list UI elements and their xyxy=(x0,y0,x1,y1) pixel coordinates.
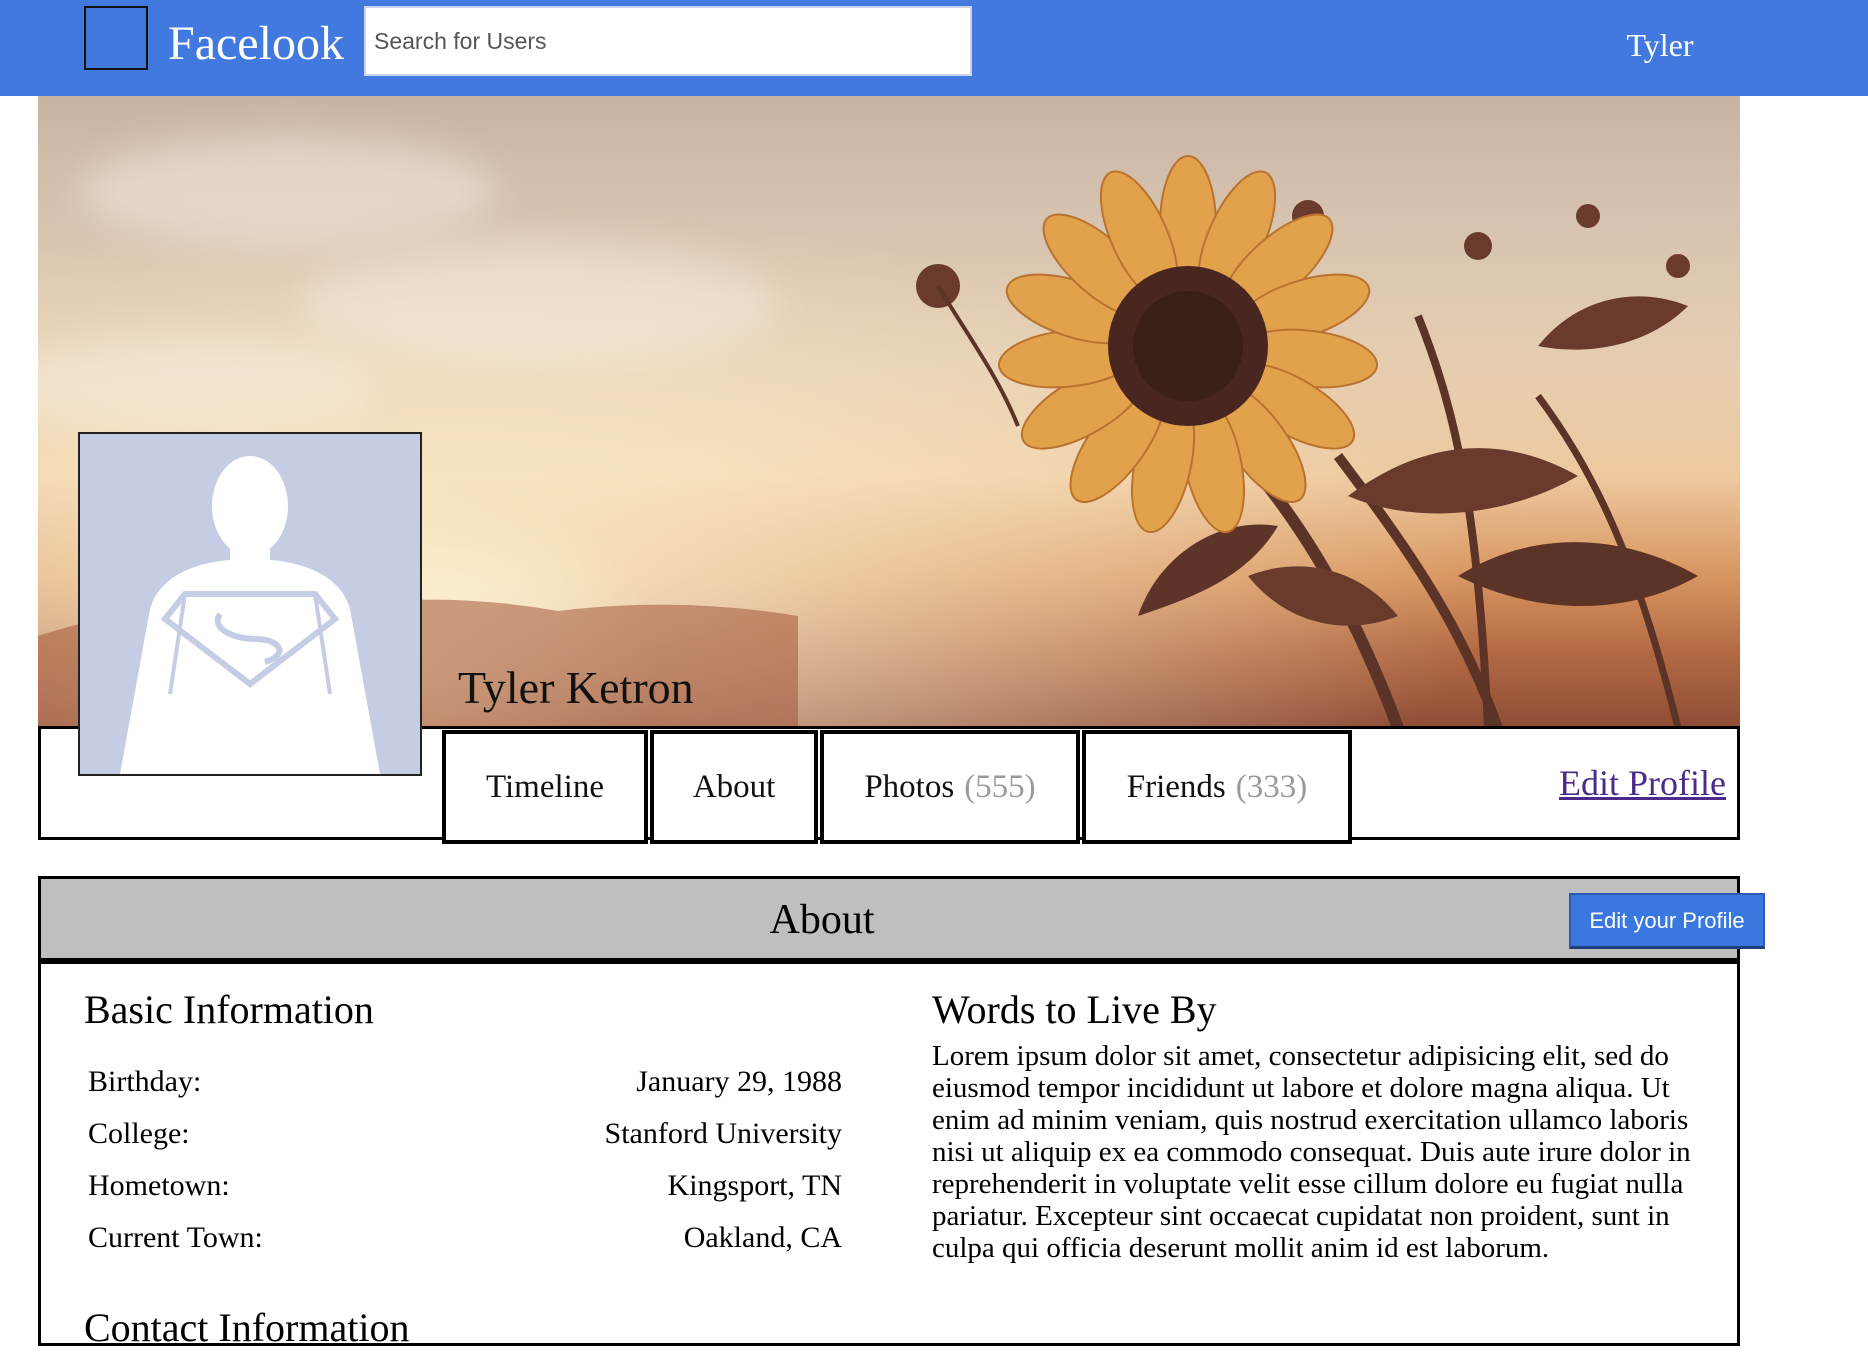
avatar[interactable] xyxy=(78,432,422,776)
profile-name: Tyler Ketron xyxy=(458,662,694,713)
default-avatar-icon xyxy=(120,456,380,774)
edit-profile-link[interactable]: Edit Profile xyxy=(1540,762,1726,804)
photos-count: (555) xyxy=(964,768,1036,805)
tab-label: About xyxy=(692,768,776,805)
edit-your-profile-button[interactable]: Edit your Profile xyxy=(1569,893,1765,949)
info-label: College: xyxy=(88,1117,190,1150)
words-to-live-by-heading: Words to Live By xyxy=(932,987,1217,1032)
info-value: Oakland, CA xyxy=(683,1221,842,1254)
info-row-birthday: Birthday: January 29, 1988 xyxy=(88,1062,842,1102)
tab-photos[interactable]: Photos (555) xyxy=(820,730,1080,844)
about-header: About Edit your Profile xyxy=(38,876,1765,964)
brand-name[interactable]: Facelook xyxy=(168,14,344,74)
info-label: Birthday: xyxy=(88,1065,202,1098)
friends-count: (333) xyxy=(1235,768,1308,805)
words-to-live-by-text: Lorem ipsum dolor sit amet, consectetur … xyxy=(932,1040,1691,1264)
info-value: January 29, 1988 xyxy=(636,1065,842,1098)
tab-label: Friends xyxy=(1126,768,1226,805)
current-user-link[interactable]: Tyler xyxy=(1580,20,1740,70)
tab-label: Timeline xyxy=(486,768,604,805)
tab-timeline[interactable]: Timeline xyxy=(442,730,648,844)
tab-about[interactable]: About xyxy=(650,730,818,844)
tab-label: Photos xyxy=(864,768,955,805)
info-value: Stanford University xyxy=(604,1117,842,1150)
contact-information-heading: Contact Information xyxy=(84,1305,410,1350)
info-value: Kingsport, TN xyxy=(667,1169,842,1202)
info-label: Current Town: xyxy=(88,1221,263,1254)
about-title: About xyxy=(769,897,875,943)
top-navbar: Facelook Tyler xyxy=(0,0,1868,96)
basic-information-heading: Basic Information xyxy=(84,987,374,1032)
search-input[interactable] xyxy=(364,6,972,76)
info-label: Hometown: xyxy=(88,1169,230,1202)
tab-friends[interactable]: Friends (333) xyxy=(1082,730,1352,844)
info-row-college: College: Stanford University xyxy=(88,1114,842,1154)
logo-icon[interactable] xyxy=(84,6,148,70)
info-row-hometown: Hometown: Kingsport, TN xyxy=(88,1166,842,1206)
info-row-current-town: Current Town: Oakland, CA xyxy=(88,1218,842,1258)
